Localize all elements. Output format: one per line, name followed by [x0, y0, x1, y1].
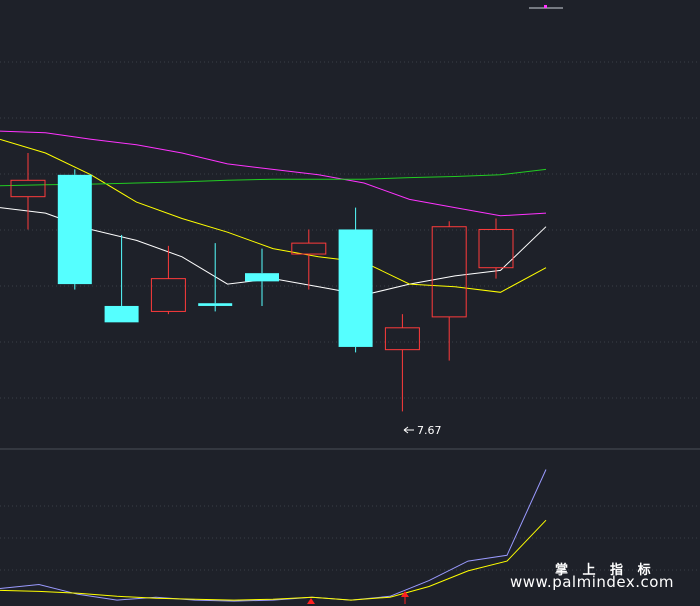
candle-body [245, 273, 279, 282]
candle-body [478, 228, 514, 269]
candlestick [10, 152, 46, 230]
candlestick [198, 243, 233, 312]
candle-body [104, 305, 139, 323]
candle-body [10, 179, 46, 198]
candle-body [384, 327, 420, 351]
indicator-line [0, 469, 547, 602]
up-arrow-icon [307, 598, 315, 604]
candlestick [245, 248, 279, 306]
candle-body [431, 226, 467, 318]
indicator-panel [0, 469, 547, 602]
candlestick [291, 229, 327, 290]
candlestick [384, 314, 420, 412]
candle-body [198, 303, 233, 306]
candle-body [338, 229, 373, 347]
candlestick [338, 207, 373, 353]
candlesticks [10, 152, 514, 412]
candlestick [104, 234, 139, 323]
candle-body [150, 278, 186, 312]
watermark-url: www.palmindex.com [510, 573, 675, 591]
candlestick [57, 169, 92, 290]
candlestick [431, 221, 467, 361]
candlestick [478, 218, 514, 279]
candle-body [57, 174, 92, 285]
min-price-annotation: 7.67 [403, 424, 442, 437]
stock-chart: 7.67 [0, 5, 700, 604]
indicator-line [0, 519, 547, 601]
legend-marker-dot [544, 5, 547, 8]
min-price-label: 7.67 [417, 424, 442, 437]
